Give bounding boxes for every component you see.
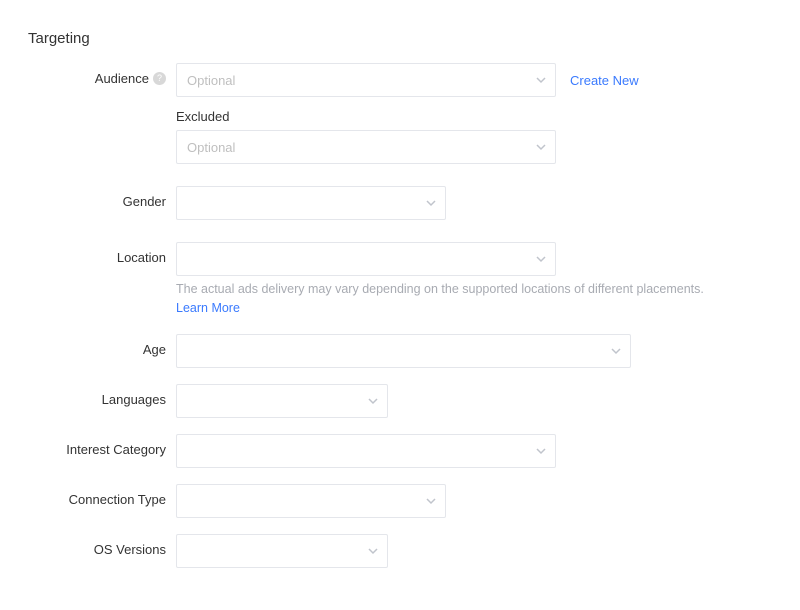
- connection-type-select[interactable]: [176, 484, 446, 518]
- section-title: Targeting: [28, 30, 780, 47]
- row-age: Age: [28, 334, 780, 368]
- chevron-down-icon: [367, 545, 379, 557]
- row-excluded: Excluded Optional: [28, 105, 780, 164]
- create-new-link[interactable]: Create New: [570, 73, 639, 88]
- chevron-down-icon: [425, 495, 437, 507]
- label-languages-text: Languages: [102, 392, 166, 407]
- label-age: Age: [28, 334, 176, 357]
- learn-more-link[interactable]: Learn More: [176, 299, 780, 318]
- chevron-down-icon: [535, 253, 547, 265]
- row-audience: Audience ? Optional Create New: [28, 63, 780, 97]
- row-os-versions: OS Versions: [28, 534, 780, 568]
- label-age-text: Age: [143, 342, 166, 357]
- help-icon[interactable]: ?: [153, 72, 166, 85]
- row-connection-type: Connection Type: [28, 484, 780, 518]
- location-select[interactable]: [176, 242, 556, 276]
- label-location: Location: [28, 242, 176, 265]
- audience-select[interactable]: Optional: [176, 63, 556, 97]
- location-helper-text: The actual ads delivery may vary dependi…: [176, 282, 704, 296]
- label-spacer: [28, 105, 176, 113]
- label-languages: Languages: [28, 384, 176, 407]
- row-languages: Languages: [28, 384, 780, 418]
- chevron-down-icon: [610, 345, 622, 357]
- row-interest-category: Interest Category: [28, 434, 780, 468]
- row-gender: Gender: [28, 186, 780, 220]
- gender-select[interactable]: [176, 186, 446, 220]
- excluded-placeholder: Optional: [187, 140, 235, 155]
- label-interest-category-text: Interest Category: [66, 442, 166, 457]
- excluded-sublabel: Excluded: [176, 109, 780, 124]
- os-versions-select[interactable]: [176, 534, 388, 568]
- label-interest-category: Interest Category: [28, 434, 176, 457]
- label-gender-text: Gender: [123, 194, 166, 209]
- languages-select[interactable]: [176, 384, 388, 418]
- label-audience: Audience ?: [28, 63, 176, 86]
- chevron-down-icon: [535, 141, 547, 153]
- location-helper: The actual ads delivery may vary dependi…: [176, 280, 780, 318]
- label-connection-type-text: Connection Type: [69, 492, 166, 507]
- label-location-text: Location: [117, 250, 166, 265]
- label-os-versions: OS Versions: [28, 534, 176, 557]
- label-audience-text: Audience: [95, 71, 149, 86]
- label-connection-type: Connection Type: [28, 484, 176, 507]
- chevron-down-icon: [535, 74, 547, 86]
- row-location: Location The actual ads delivery may var…: [28, 242, 780, 318]
- label-gender: Gender: [28, 186, 176, 209]
- excluded-select[interactable]: Optional: [176, 130, 556, 164]
- age-select[interactable]: [176, 334, 631, 368]
- interest-category-select[interactable]: [176, 434, 556, 468]
- chevron-down-icon: [535, 445, 547, 457]
- chevron-down-icon: [367, 395, 379, 407]
- label-os-versions-text: OS Versions: [94, 542, 166, 557]
- audience-placeholder: Optional: [187, 73, 235, 88]
- chevron-down-icon: [425, 197, 437, 209]
